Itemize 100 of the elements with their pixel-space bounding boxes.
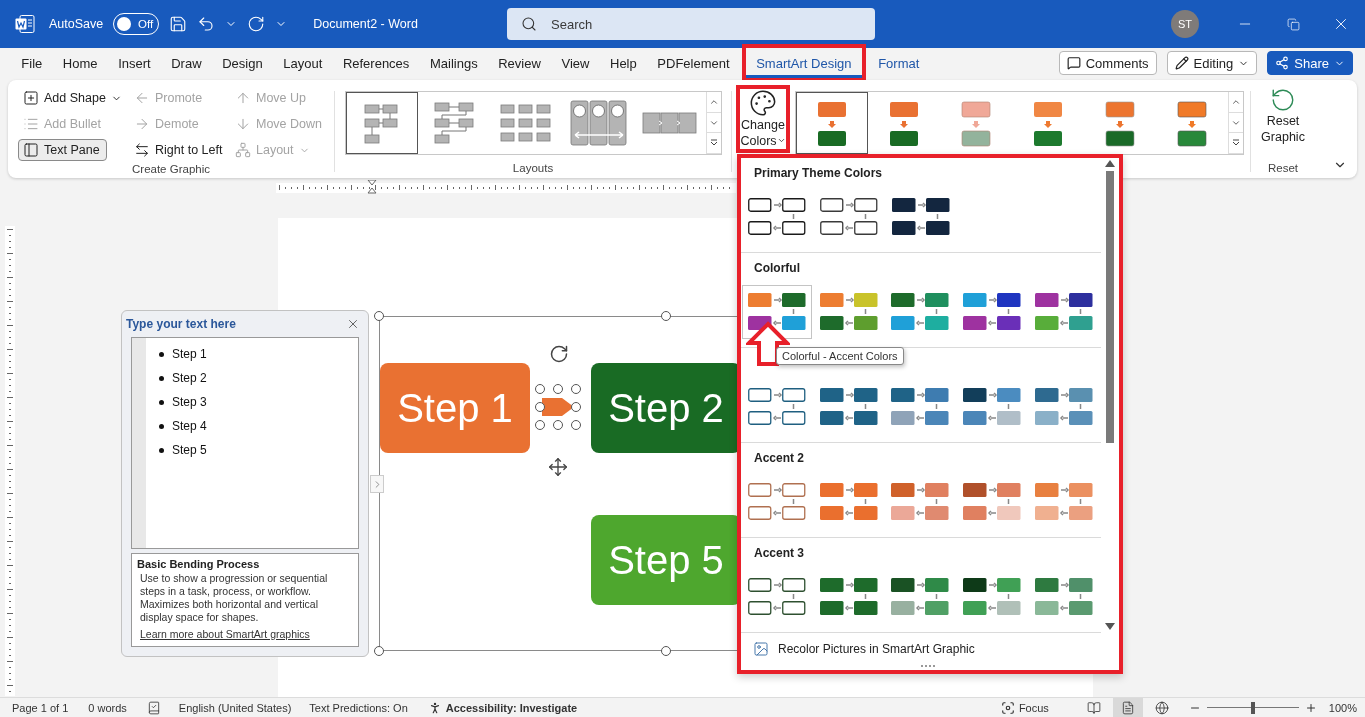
ribbon-tab[interactable]: Draw: [160, 48, 212, 78]
share-button[interactable]: Share: [1267, 51, 1353, 75]
list-item-text: Step 5: [172, 443, 207, 457]
accessibility-label: Accessibility: Investigate: [445, 701, 578, 714]
bullet-list-field[interactable]: Step 1 Step 2 Step 3 Step 4 Step 5: [131, 337, 359, 549]
ribbon-tab[interactable]: Help: [599, 48, 648, 78]
autosave-label: AutoSave: [49, 17, 104, 31]
list-item-text: Step 3: [172, 395, 207, 409]
more-icon[interactable]: [709, 139, 718, 148]
focus-icon[interactable]: [1000, 700, 1015, 715]
layout-name: Basic Bending Process: [137, 558, 261, 570]
text-predictions-label: Text Predictions: On: [309, 701, 408, 714]
list-item-text: Step 1: [172, 347, 207, 361]
save-icon[interactable]: [169, 15, 188, 33]
close-icon[interactable]: [346, 317, 360, 331]
ribbon-tab[interactable]: Layout: [272, 48, 333, 78]
group-label: Layouts: [512, 162, 554, 176]
resize-handle[interactable]: [374, 646, 384, 656]
book-icon: [1086, 700, 1101, 715]
section-heading: Accent 2: [753, 450, 806, 467]
hierarchy-icon: [235, 142, 251, 158]
ribbon-tab[interactable]: Review: [487, 48, 552, 78]
layout-description: Use to show a progression or sequential steps in a task, process, or workflow. Maximizes both horizontal and vertical display space for shapes.: [139, 572, 329, 624]
pane-title: Type your text here: [126, 317, 236, 331]
resize-handle[interactable]: [661, 311, 671, 321]
print-layout-button[interactable]: [1112, 698, 1143, 717]
redo-icon[interactable]: [247, 15, 266, 33]
app-icon[interactable]: [15, 15, 35, 33]
list-item-text: Step 2: [172, 371, 207, 385]
document-title: Document2 - Word: [313, 17, 418, 31]
user-avatar[interactable]: ST: [1171, 10, 1199, 38]
search-input[interactable]: Search: [549, 15, 875, 33]
picture-icon: [753, 640, 769, 657]
more-icon[interactable]: [1232, 139, 1240, 148]
comment-icon: [1066, 56, 1081, 70]
resize-handle[interactable]: [661, 646, 671, 656]
bullet-icon: [159, 447, 164, 453]
restore-icon[interactable]: [1286, 17, 1300, 31]
palette-icon: [749, 89, 777, 117]
ribbon-command[interactable]: Text Pane: [18, 139, 107, 161]
group-label: Create Graphic: [132, 163, 210, 177]
scroll-down-icon[interactable]: [1105, 623, 1115, 630]
tooltip: Colorful - Accent Colors: [776, 347, 904, 365]
learn-more-link[interactable]: Learn more about SmartArt graphics: [137, 628, 353, 640]
color-swatch[interactable]: [742, 285, 812, 339]
section-heading: Accent 3: [753, 545, 806, 562]
resize-grip-icon[interactable]: [921, 665, 935, 668]
ribbon-tab[interactable]: File: [11, 48, 53, 78]
arrow-up-icon: [235, 90, 251, 106]
arrows-icon: [134, 142, 150, 158]
ribbon-tab[interactable]: Design: [211, 48, 273, 78]
change-colors-button[interactable]: Change Colors: [736, 85, 790, 153]
section-heading: Primary Theme Colors: [753, 165, 884, 182]
bullet-icon: [159, 375, 164, 381]
arrow-down-icon: [235, 116, 251, 132]
bullet-icon: [159, 423, 164, 429]
scroll-up-icon[interactable]: [1105, 160, 1115, 167]
page-icon: [1120, 700, 1135, 715]
bullet-icon: [159, 351, 164, 357]
zoom-in-icon[interactable]: [1304, 701, 1317, 714]
ribbon-tab[interactable]: View: [551, 48, 600, 78]
caret-icon: [776, 136, 786, 145]
scroll-thumb[interactable]: [1106, 171, 1114, 443]
page-count: Page 1 of 1: [12, 701, 69, 714]
ribbon-command[interactable]: Add Shape: [18, 87, 129, 109]
bullet-icon: [159, 399, 164, 405]
reset-graphic-button[interactable]: Reset Graphic: [1256, 85, 1310, 147]
panel-icon: [23, 142, 39, 158]
list-item-text: Step 4: [172, 419, 207, 433]
layout-thumbnail[interactable]: [345, 92, 418, 154]
ribbon-tab[interactable]: References: [332, 48, 420, 78]
pane-toggle-button[interactable]: [370, 475, 384, 493]
slider-thumb[interactable]: [1250, 701, 1255, 714]
resize-handle[interactable]: [374, 311, 384, 321]
comments-button[interactable]: Comments: [1058, 51, 1157, 75]
zoom-percent: 100%: [1328, 701, 1357, 714]
rotate-handle-icon[interactable]: [549, 344, 569, 364]
proofing-icon[interactable]: [146, 700, 161, 715]
plus-square-icon: [23, 90, 39, 106]
language-label: English (United States): [178, 701, 292, 714]
search-field[interactable]: Search: [507, 8, 875, 40]
ribbon-command[interactable]: Right to Left: [129, 139, 230, 161]
ribbon-tab[interactable]: PDFelement: [647, 48, 740, 78]
move-handle-icon[interactable]: [548, 457, 568, 477]
ribbon-tab[interactable]: Format: [867, 48, 930, 78]
recolor-pictures-item[interactable]: Recolor Pictures in SmartArt Graphic: [741, 633, 1119, 664]
focus-label: Focus: [1018, 701, 1049, 714]
globe-icon: [1154, 700, 1169, 715]
search-icon: [521, 16, 537, 32]
list-icon: [23, 116, 39, 132]
ribbon-tab[interactable]: Mailings: [419, 48, 488, 78]
section-heading: Colorful: [753, 260, 801, 277]
ribbon-tab[interactable]: Insert: [107, 48, 161, 78]
undo-icon[interactable]: [197, 15, 216, 33]
group-label: Reset: [1267, 162, 1298, 176]
style-thumbnail[interactable]: [796, 92, 868, 154]
ribbon-tab[interactable]: Home: [52, 48, 108, 78]
editing-button[interactable]: Editing: [1166, 51, 1258, 75]
word-count: 0 words: [88, 701, 127, 714]
share-icon: [1275, 56, 1290, 70]
